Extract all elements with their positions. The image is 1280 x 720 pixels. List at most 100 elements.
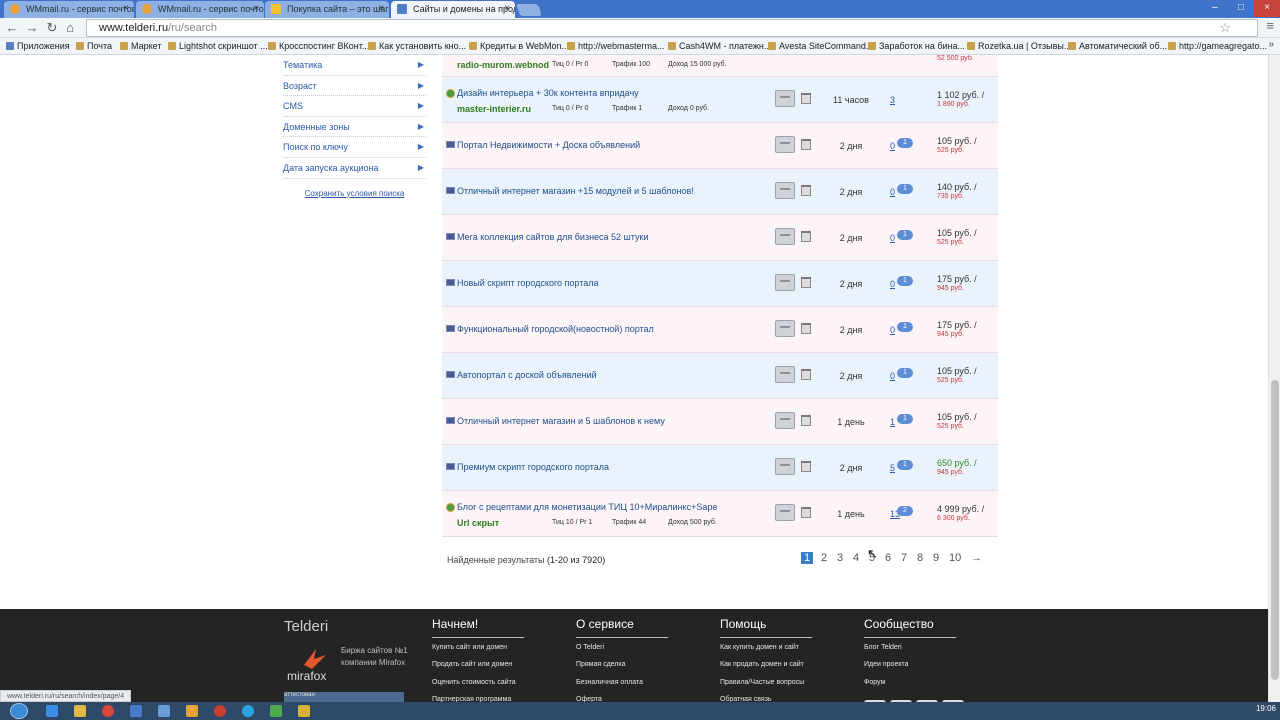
filter-keyword[interactable]: Поиск по ключу ▶: [283, 137, 426, 158]
comments-bubble-icon[interactable]: 2: [897, 506, 913, 516]
bids-count-link[interactable]: 5: [890, 463, 895, 473]
bids-count-link[interactable]: 0: [890, 279, 895, 289]
domain-link[interactable]: master-interier.ru: [457, 104, 531, 114]
lot-title-link[interactable]: Отличный интернет магазин и 5 шаблонов к…: [457, 416, 665, 426]
trash-icon[interactable]: [801, 507, 811, 518]
footer-link[interactable]: Идеи проекта: [864, 661, 956, 678]
menu-icon[interactable]: ≡: [1266, 18, 1274, 33]
maximize-button[interactable]: □: [1228, 0, 1254, 17]
trash-icon[interactable]: [801, 185, 811, 196]
more-bookmarks-icon[interactable]: »: [1268, 39, 1274, 50]
lot-title-link[interactable]: Новый скрипт городского портала: [457, 278, 599, 288]
filter-age[interactable]: Возраст ▶: [283, 76, 426, 97]
ie-icon[interactable]: [46, 705, 58, 717]
list-item[interactable]: Блог с рецептами для монетизации ТИЦ 10+…: [442, 491, 998, 537]
trash-icon[interactable]: [801, 231, 811, 242]
start-button[interactable]: [10, 703, 28, 719]
footer-link[interactable]: Как продать домен и сайт: [720, 661, 812, 678]
next-page-link[interactable]: →: [971, 552, 982, 564]
compare-icon[interactable]: [775, 274, 795, 291]
minimize-button[interactable]: –: [1202, 0, 1228, 17]
tab-wmmail-1[interactable]: WMmail.ru - сервис почтов ×: [4, 1, 134, 18]
trash-icon[interactable]: [801, 93, 811, 104]
page-link[interactable]: 2: [821, 552, 827, 564]
bookmark-item[interactable]: Lightshot скриншот ...: [168, 41, 268, 51]
bookmark-item[interactable]: Заработок на бина...: [868, 41, 965, 51]
filter-domain-zones[interactable]: Доменные зоны ▶: [283, 117, 426, 138]
lot-title-link[interactable]: Автопортал с доской объявлений: [457, 370, 597, 380]
scroll-thumb[interactable]: [1271, 380, 1279, 680]
tab-purchase[interactable]: Покупка сайта – это шаг в ×: [265, 1, 389, 18]
footer-link[interactable]: Блог Telderi: [864, 644, 956, 661]
list-item[interactable]: Портал Недвижимости + Доска объявлений 2 …: [442, 123, 998, 169]
lot-title-link[interactable]: Блог с рецептами для монетизации ТИЦ 10+…: [457, 502, 717, 512]
bookmark-item[interactable]: Почта: [76, 41, 112, 51]
list-item[interactable]: radio-murom.webnod Тиц 0 / Pr 0 Трафик 1…: [442, 55, 998, 77]
app-icon[interactable]: [158, 705, 170, 717]
attestation-badge[interactable]: аттестован: [284, 692, 404, 702]
bids-count-link[interactable]: 0: [890, 187, 895, 197]
new-tab-button[interactable]: [515, 4, 543, 16]
comments-bubble-icon[interactable]: 1: [897, 414, 913, 424]
footer-link[interactable]: Продать сайт или домен: [432, 661, 524, 678]
bookmark-item[interactable]: Как установить кно...: [368, 41, 466, 51]
compare-icon[interactable]: [775, 458, 795, 475]
bookmark-star-icon[interactable]: ☆: [1219, 20, 1231, 36]
close-window-button[interactable]: ×: [1254, 0, 1280, 17]
filter-cms[interactable]: CMS ▶: [283, 96, 426, 117]
page-link[interactable]: 1: [801, 552, 814, 564]
list-item[interactable]: Функциональный городской(новостной) порт…: [442, 307, 998, 353]
bookmark-item[interactable]: Avesta SiteCommand...: [768, 41, 873, 51]
comments-bubble-icon[interactable]: 1: [897, 322, 913, 332]
bookmark-item[interactable]: Кредиты в WebMon...: [469, 41, 569, 51]
page-link[interactable]: 10: [949, 552, 961, 564]
compare-icon[interactable]: [775, 90, 795, 107]
bids-count-link[interactable]: 0: [890, 325, 895, 335]
bookmark-item[interactable]: Rozetka.ua | Отзывы...: [967, 41, 1071, 51]
app-icon[interactable]: [186, 705, 198, 717]
bids-count-link[interactable]: 0: [890, 371, 895, 381]
page-link[interactable]: 9: [933, 552, 939, 564]
compare-icon[interactable]: [775, 366, 795, 383]
trash-icon[interactable]: [801, 415, 811, 426]
home-icon[interactable]: ⌂: [62, 20, 78, 36]
page-link[interactable]: 8: [917, 552, 923, 564]
forward-icon[interactable]: →: [24, 20, 40, 36]
filter-topic[interactable]: Тематика ▶: [283, 55, 426, 76]
bookmark-item[interactable]: Маркет: [120, 41, 161, 51]
list-item[interactable]: Автопортал с доской объявлений 2 дня 0 1 105…: [442, 353, 998, 399]
trash-icon[interactable]: [801, 277, 811, 288]
bids-count-link[interactable]: 1: [890, 417, 895, 427]
address-bar[interactable]: www.telderi.ru/ru/search ☆: [86, 19, 1258, 37]
app-icon[interactable]: [130, 705, 142, 717]
bookmark-item[interactable]: http://webmasterma...: [567, 41, 665, 51]
bookmark-item[interactable]: Автоматический об...: [1068, 41, 1167, 51]
list-item[interactable]: Премиум скрипт городского портала 2 дня 5 1…: [442, 445, 998, 491]
compare-icon[interactable]: [775, 320, 795, 337]
page-link[interactable]: 6: [885, 552, 891, 564]
list-item[interactable]: Отличный интернет магазин +15 модулей и …: [442, 169, 998, 215]
bookmark-item[interactable]: Кросспостинг ВКонт...: [268, 41, 369, 51]
lot-title-link[interactable]: Отличный интернет магазин +15 модулей и …: [457, 186, 694, 196]
footer-link[interactable]: Оценить стоимость сайта: [432, 679, 524, 696]
page-link[interactable]: 7: [901, 552, 907, 564]
footer-link[interactable]: Форум: [864, 679, 956, 696]
folder-icon[interactable]: [74, 705, 86, 717]
bids-count-link[interactable]: 3: [890, 95, 895, 105]
footer-link[interactable]: Прямая сделка: [576, 661, 668, 678]
lot-title-link[interactable]: Мега коллекция сайтов для бизнеса 52 шту…: [457, 232, 648, 242]
page-scrollbar[interactable]: [1268, 55, 1280, 705]
comments-bubble-icon[interactable]: 1: [897, 460, 913, 470]
comments-bubble-icon[interactable]: 1: [897, 138, 913, 148]
bookmark-item[interactable]: http://gameagregato...: [1168, 41, 1267, 51]
compare-icon[interactable]: [775, 182, 795, 199]
bookmark-item[interactable]: Cash4WM - платежн...: [668, 41, 771, 51]
comments-bubble-icon[interactable]: 1: [897, 230, 913, 240]
close-icon[interactable]: ×: [504, 1, 510, 17]
close-icon[interactable]: ×: [378, 1, 384, 17]
list-item[interactable]: Мега коллекция сайтов для бизнеса 52 шту…: [442, 215, 998, 261]
app-icon[interactable]: [298, 705, 310, 717]
footer-link[interactable]: Купить сайт или домен: [432, 644, 524, 661]
bookmark-apps[interactable]: Приложения: [6, 41, 70, 51]
footer-link[interactable]: Правила/Частые вопросы: [720, 679, 812, 696]
